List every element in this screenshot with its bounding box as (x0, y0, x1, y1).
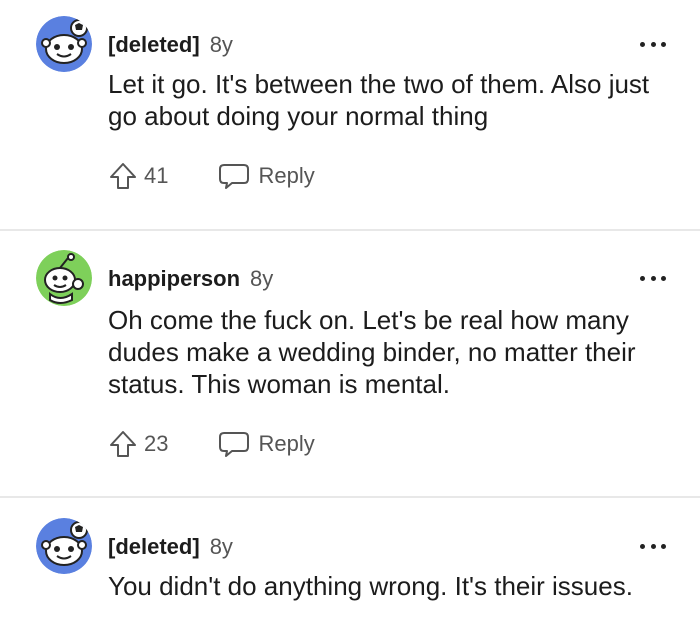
avatar[interactable] (36, 16, 92, 72)
divider (0, 229, 700, 231)
divider (0, 496, 700, 498)
more-options-icon[interactable] (640, 268, 666, 288)
avatar[interactable] (36, 518, 92, 574)
comment-age: 8y (250, 266, 274, 291)
speech-bubble-icon (219, 164, 250, 189)
deleted-user-avatar-icon (36, 518, 92, 574)
vote-count: 41 (144, 163, 169, 188)
comment-age: 8y (209, 32, 233, 57)
comment-header: [deleted] 8y (108, 532, 233, 562)
deleted-user-avatar-icon (36, 16, 92, 72)
username[interactable]: [deleted] (108, 534, 200, 560)
comment-header: [deleted] 8y (108, 30, 233, 60)
reply-button[interactable]: Reply (218, 429, 315, 459)
username[interactable]: happiperson (108, 266, 240, 292)
snoo-green-avatar-icon (36, 250, 92, 306)
comment-actions: 41 Reply (108, 158, 315, 194)
comment-actions: 23 Reply (108, 426, 315, 462)
comment-header: happiperson 8y (108, 264, 273, 294)
reply-label: Reply (258, 431, 315, 456)
speech-bubble-icon (219, 432, 250, 457)
comment-body: You didn't do anything wrong. It's their… (108, 571, 633, 601)
upvote-arrow-icon (110, 431, 136, 457)
comment-body: Let it go. It's between the two of them.… (108, 69, 650, 131)
upvote-button[interactable]: 23 (108, 429, 168, 459)
avatar[interactable] (36, 250, 92, 306)
comment-age: 8y (209, 534, 233, 559)
vote-count: 23 (144, 431, 169, 456)
reply-button[interactable]: Reply (218, 161, 315, 191)
reply-label: Reply (258, 163, 315, 188)
more-options-icon[interactable] (640, 34, 666, 54)
more-options-icon[interactable] (640, 536, 666, 556)
comment-body: Oh come the fuck on. Let's be real how m… (108, 305, 636, 399)
upvote-arrow-icon (110, 163, 136, 189)
upvote-button[interactable]: 41 (108, 161, 168, 191)
username[interactable]: [deleted] (108, 32, 200, 58)
